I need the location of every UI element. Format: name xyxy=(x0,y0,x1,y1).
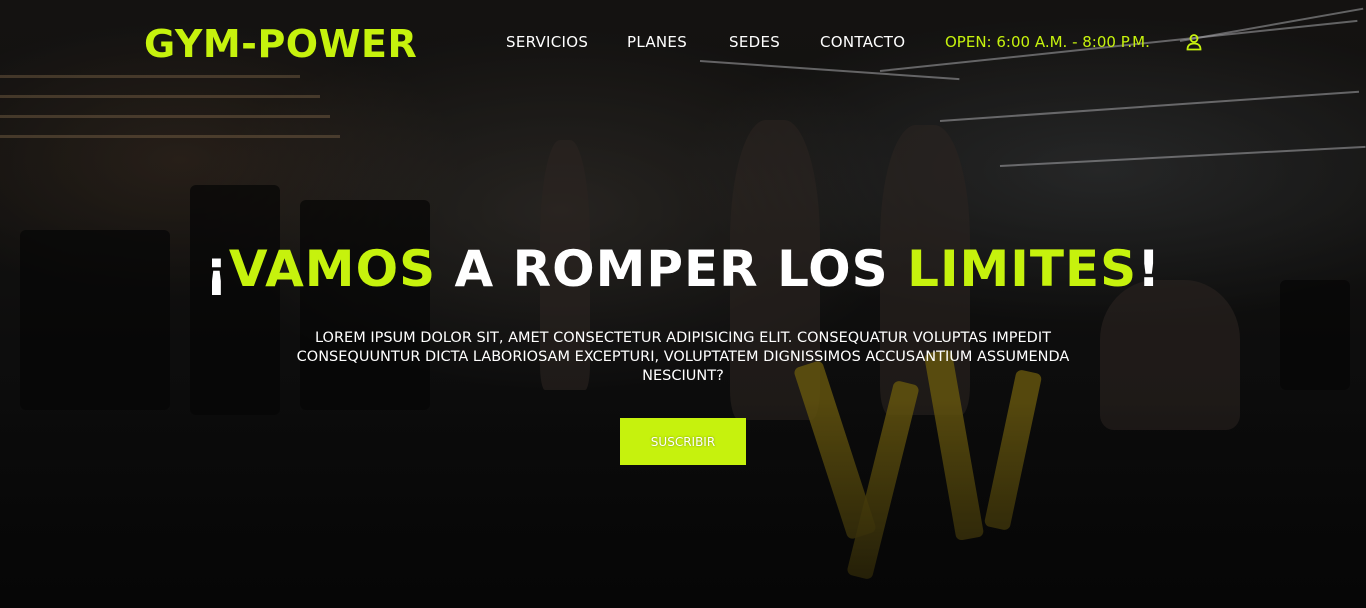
nav-link-servicios[interactable]: SERVICIOS xyxy=(506,33,588,51)
main-nav: SERVICIOS PLANES SEDES CONTACTO xyxy=(0,33,1366,53)
user-icon[interactable] xyxy=(1185,33,1203,51)
headline-highlight-limites: LIMITES xyxy=(907,240,1138,298)
subscribe-button[interactable]: SUSCRIBIR xyxy=(620,418,746,465)
headline-highlight-vamos: VAMOS xyxy=(228,240,437,298)
hero-description: LOREM IPSUM DOLOR SIT, AMET CONSECTETUR … xyxy=(296,330,1070,384)
hero-headline: ¡VAMOS A ROMPER LOS LIMITES! xyxy=(0,240,1366,298)
nav-link-planes[interactable]: PLANES xyxy=(627,33,687,51)
opening-hours: OPEN: 6:00 A.M. - 8:00 P.M. xyxy=(945,33,1150,51)
nav-link-sedes[interactable]: SEDES xyxy=(729,33,780,51)
headline-open-mark: ¡ xyxy=(205,240,229,298)
headline-close-mark: ! xyxy=(1137,240,1161,298)
hero-section: GYM-POWER SERVICIOS PLANES SEDES CONTACT… xyxy=(0,0,1366,608)
headline-middle-text: A ROMPER LOS xyxy=(436,240,908,298)
nav-link-contacto[interactable]: CONTACTO xyxy=(820,33,905,51)
dark-overlay xyxy=(0,0,1366,608)
